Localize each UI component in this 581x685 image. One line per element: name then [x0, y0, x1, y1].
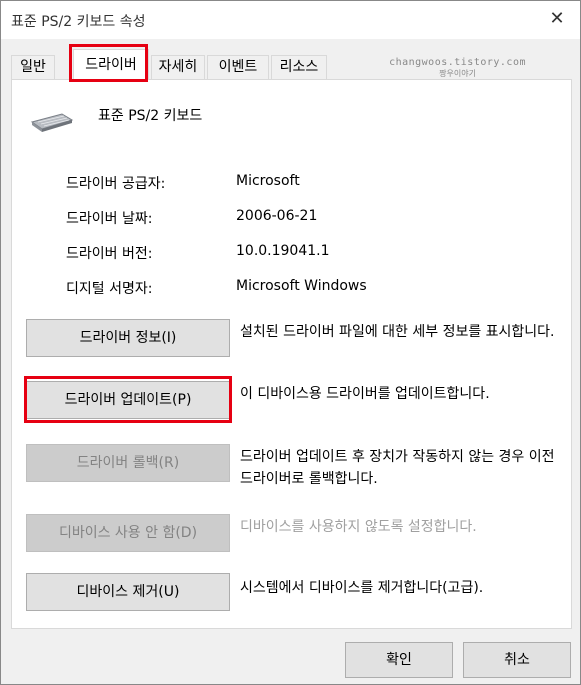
- uninstall-device-button[interactable]: 디바이스 제거(U): [26, 573, 230, 611]
- title-bar: 표준 PS/2 키보드 속성 ✕: [1, 1, 580, 39]
- uninstall-device-desc: 시스템에서 디바이스를 제거합니다(고급).: [240, 580, 484, 596]
- info-label: 드라이버 공급자:: [66, 176, 166, 192]
- close-icon[interactable]: ✕: [548, 10, 566, 28]
- update-driver-desc: 이 디바이스용 드라이버를 업데이트합니다.: [240, 386, 490, 402]
- disable-device-desc: 디바이스를 사용하지 않도록 설정합니다.: [240, 519, 477, 535]
- ok-button[interactable]: 확인: [345, 642, 453, 678]
- info-value: Microsoft Windows: [236, 278, 367, 294]
- tab-general[interactable]: 일반: [11, 55, 55, 79]
- watermark-blog-name: 짱우이야기: [439, 69, 476, 78]
- rollback-driver-desc: 드라이버 업데이트 후 장치가 작동하지 않는 경우 이전 드라이버로 롤백합니…: [240, 449, 555, 487]
- disable-device-button: 디바이스 사용 안 함(D): [26, 514, 230, 552]
- highlight-update-button: [24, 376, 232, 423]
- info-value: 2006-06-21: [236, 208, 318, 224]
- highlight-driver-tab: [69, 44, 148, 82]
- keyboard-icon: [30, 113, 74, 132]
- window-title: 표준 PS/2 키보드 속성: [11, 14, 146, 30]
- driver-details-button[interactable]: 드라이버 정보(I): [26, 319, 230, 357]
- driver-tab-panel: 표준 PS/2 키보드 드라이버 공급자: Microsoft 드라이버 날짜:…: [11, 79, 572, 629]
- tab-events[interactable]: 이벤트: [207, 55, 269, 79]
- info-value: Microsoft: [236, 173, 300, 189]
- device-name: 표준 PS/2 키보드: [98, 108, 203, 124]
- tab-resources[interactable]: 리소스: [271, 55, 327, 79]
- cancel-button[interactable]: 취소: [463, 642, 571, 678]
- watermark-url: changwoos.tistory.com: [389, 57, 526, 68]
- rollback-driver-button: 드라이버 롤백(R): [26, 444, 230, 482]
- watermark: changwoos.tistory.com 짱우이야기: [389, 57, 526, 79]
- info-label: 드라이버 날짜:: [66, 211, 153, 227]
- info-value: 10.0.19041.1: [236, 243, 330, 259]
- properties-dialog: 표준 PS/2 키보드 속성 ✕ 일반 드라이버 자세히 이벤트 리소스 cha…: [0, 0, 581, 685]
- info-label: 드라이버 버전:: [66, 246, 153, 262]
- driver-details-desc: 설치된 드라이버 파일에 대한 세부 정보를 표시합니다.: [240, 324, 555, 340]
- info-label: 디지털 서명자:: [66, 281, 153, 297]
- tab-details[interactable]: 자세히: [151, 55, 205, 79]
